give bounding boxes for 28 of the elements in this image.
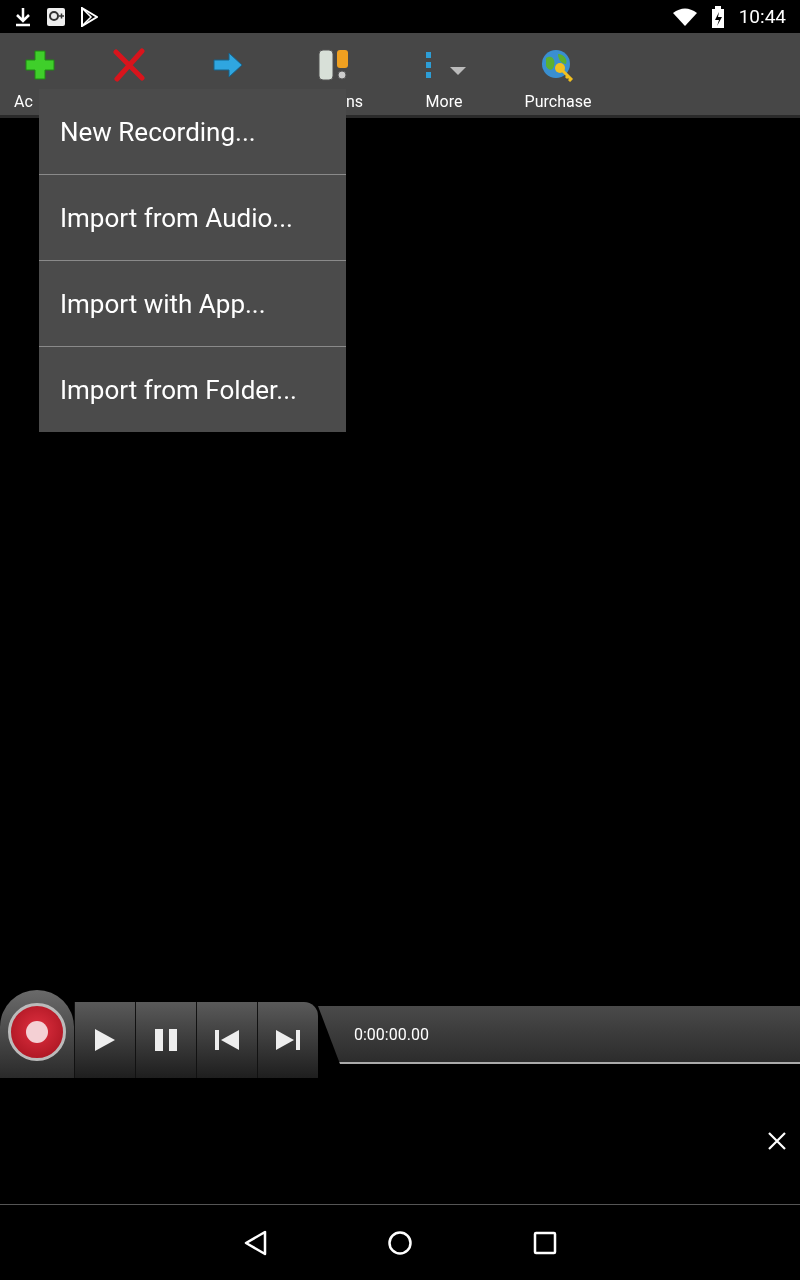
google-plus-icon bbox=[46, 6, 66, 27]
toolbar-label[interactable]: Ac bbox=[0, 92, 33, 111]
elapsed-time: 0:00:00.00 bbox=[354, 1024, 429, 1044]
globe-key-icon bbox=[540, 48, 576, 82]
plus-icon bbox=[24, 49, 56, 81]
toolbar-label[interactable]: More bbox=[425, 92, 463, 111]
menu-item[interactable]: Import from Audio... bbox=[39, 175, 346, 261]
toolbar-label[interactable]: ns bbox=[345, 92, 390, 111]
clock-time: 10:44 bbox=[738, 5, 786, 28]
menu-item[interactable]: Import with App... bbox=[39, 261, 346, 347]
menu-item[interactable]: Import from Folder... bbox=[39, 347, 346, 432]
arrow-right-icon bbox=[212, 51, 244, 79]
back-icon[interactable] bbox=[243, 1229, 267, 1256]
wifi-icon bbox=[672, 7, 697, 26]
toolbar-label[interactable]: Purchase bbox=[524, 92, 592, 111]
skip-forward-icon bbox=[275, 1029, 301, 1051]
menu-item[interactable]: New Recording... bbox=[39, 89, 346, 175]
recents-icon[interactable] bbox=[533, 1230, 557, 1255]
home-icon[interactable] bbox=[387, 1229, 413, 1256]
play-store-icon bbox=[80, 6, 98, 27]
pause-icon bbox=[154, 1028, 178, 1052]
battery-icon bbox=[710, 5, 725, 28]
play-icon bbox=[93, 1027, 117, 1053]
download-icon bbox=[14, 6, 32, 27]
record-button[interactable] bbox=[8, 1003, 66, 1061]
skip-back-icon bbox=[214, 1029, 240, 1051]
close-icon[interactable] bbox=[768, 1132, 786, 1150]
cross-icon bbox=[112, 48, 146, 82]
